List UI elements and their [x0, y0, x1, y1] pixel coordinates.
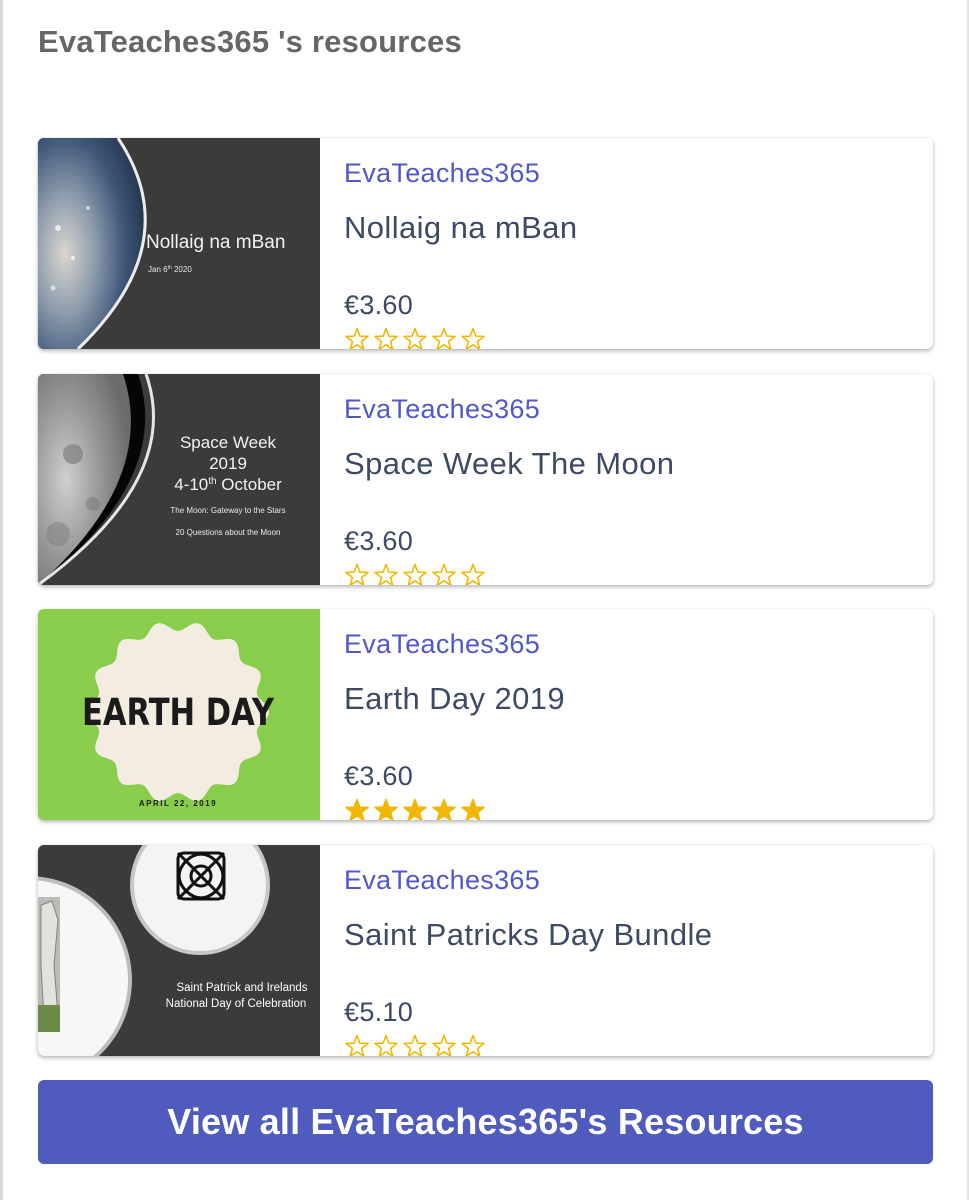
section-heading: EvaTeaches365 's resources	[38, 24, 462, 59]
star-empty-icon	[461, 563, 485, 585]
resource-thumbnail[interactable]: Space Week 2019 4-10th October The Moon:…	[38, 374, 320, 585]
thumbnail-space-week: Space Week 2019 4-10th October The Moon:…	[38, 374, 320, 585]
resource-author-link[interactable]: EvaTeaches365	[344, 629, 540, 660]
thumb-title: Nollaig na mBan	[146, 232, 285, 253]
rating-stars	[344, 563, 486, 585]
thumb-title: EARTH DAY	[82, 691, 275, 734]
resource-title-link[interactable]: Nollaig na mBan	[344, 210, 577, 246]
star-filled-icon	[461, 798, 485, 820]
star-empty-icon	[461, 1034, 485, 1056]
rating-stars	[344, 327, 486, 349]
thumbnail-saint-patrick: Saint Patrick and Irelands National Day …	[38, 845, 320, 1056]
resource-price: €3.60	[344, 761, 414, 791]
resource-title-link[interactable]: Saint Patricks Day Bundle	[344, 917, 712, 953]
star-empty-icon	[403, 1034, 427, 1056]
resource-title-link[interactable]: Space Week The Moon	[344, 446, 674, 482]
resource-title-link[interactable]: Earth Day 2019	[344, 681, 565, 717]
star-empty-icon	[345, 1034, 369, 1056]
resource-card[interactable]: Nollaig na mBan Jan 6th 2020 EvaTeaches3…	[38, 138, 933, 349]
resource-card[interactable]: Saint Patrick and Irelands National Day …	[38, 845, 933, 1056]
resource-price: €3.60	[344, 526, 414, 556]
star-empty-icon	[461, 327, 485, 349]
star-empty-icon	[345, 563, 369, 585]
resource-author-link[interactable]: EvaTeaches365	[344, 865, 540, 896]
thumbnail-earth-day: EARTH DAY APRIL 22, 2019	[38, 609, 320, 820]
star-filled-icon	[345, 798, 369, 820]
star-filled-icon	[432, 798, 456, 820]
thumb-sub1: The Moon: Gateway to the Stars	[170, 506, 285, 515]
resource-price: €3.60	[344, 290, 414, 320]
star-empty-icon	[374, 563, 398, 585]
resource-card[interactable]: EARTH DAY APRIL 22, 2019 EvaTeaches365 E…	[38, 609, 933, 820]
rating-stars	[344, 798, 486, 820]
resource-info: EvaTeaches365 Space Week The Moon €3.60	[344, 374, 923, 585]
star-empty-icon	[374, 327, 398, 349]
star-empty-icon	[432, 1034, 456, 1056]
rating-stars	[344, 1034, 486, 1056]
star-filled-icon	[374, 798, 398, 820]
star-empty-icon	[432, 327, 456, 349]
view-all-resources-button[interactable]: View all EvaTeaches365's Resources	[38, 1080, 933, 1164]
resource-author-link[interactable]: EvaTeaches365	[344, 158, 540, 189]
resource-author-link[interactable]: EvaTeaches365	[344, 394, 540, 425]
frame-border-left	[0, 0, 3, 1200]
resource-thumbnail[interactable]: EARTH DAY APRIL 22, 2019	[38, 609, 320, 820]
star-empty-icon	[345, 327, 369, 349]
thumb-line3: 4-10th October	[174, 475, 282, 494]
thumb-line2: National Day of Celebration	[166, 998, 307, 1010]
resource-price: €5.10	[344, 997, 414, 1027]
thumb-line2: 2019	[209, 454, 247, 473]
resource-thumbnail[interactable]: Nollaig na mBan Jan 6th 2020	[38, 138, 320, 349]
thumb-date: APRIL 22, 2019	[139, 799, 217, 808]
thumb-sub2: 20 Questions about the Moon	[176, 528, 281, 537]
resource-card[interactable]: Space Week 2019 4-10th October The Moon:…	[38, 374, 933, 585]
star-empty-icon	[403, 327, 427, 349]
thumb-line1: Saint Patrick and Irelands	[176, 982, 307, 994]
thumbnail-nollaig: Nollaig na mBan Jan 6th 2020	[38, 138, 320, 349]
thumb-line1: Space Week	[180, 433, 277, 452]
star-empty-icon	[403, 563, 427, 585]
resource-info: EvaTeaches365 Saint Patricks Day Bundle …	[344, 845, 923, 1056]
resource-thumbnail[interactable]: Saint Patrick and Irelands National Day …	[38, 845, 320, 1056]
star-empty-icon	[374, 1034, 398, 1056]
star-filled-icon	[403, 798, 427, 820]
star-empty-icon	[432, 563, 456, 585]
resource-info: EvaTeaches365 Nollaig na mBan €3.60	[344, 138, 923, 349]
resource-info: EvaTeaches365 Earth Day 2019 €3.60	[344, 609, 923, 820]
